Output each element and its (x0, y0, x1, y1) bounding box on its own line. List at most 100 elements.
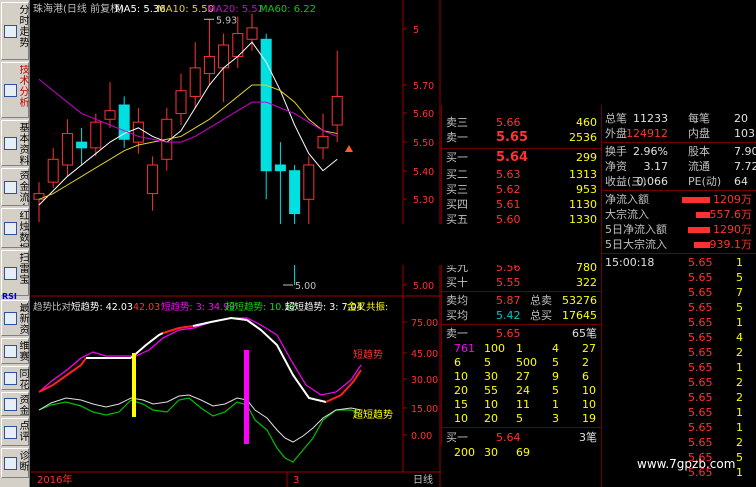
ask-price: 5.65 (496, 130, 529, 145)
candle[interactable] (47, 147, 59, 188)
flow-row: 5日净流入额 1290万 (602, 222, 756, 238)
price-axis-label: 5.00 (413, 281, 434, 292)
stats-separator (602, 142, 756, 143)
toolbar-diagnose[interactable]: 诊断 (1, 448, 30, 478)
tick-price: 5.65 (688, 316, 713, 329)
ask-volume: 460 (576, 116, 597, 129)
bid-row: 买四 5.61 1130 (442, 197, 601, 213)
toolbar-chart[interactable]: 维赛 (1, 338, 30, 364)
indicator-header-item: 42.03 (133, 302, 160, 313)
short-trend-top (192, 316, 248, 327)
stats-value: 11233 (633, 112, 668, 125)
tick-volume: 1 (736, 316, 743, 329)
tick-price: 5.65 (688, 271, 713, 284)
toolbar-flower[interactable]: 同花 (1, 366, 30, 390)
toolbar-realtime-chart[interactable]: 分时走势 (1, 2, 30, 60)
toolbar-label: 最新资讯 (19, 303, 30, 335)
toolbar-data[interactable]: 红烛数据 (1, 208, 30, 248)
bid-price: 5.62 (496, 183, 521, 196)
candle[interactable] (203, 19, 215, 85)
candle-body (303, 164, 315, 200)
candle[interactable] (303, 156, 315, 234)
tick-price: 5.65 (688, 436, 713, 449)
candle[interactable] (274, 142, 286, 228)
bid-price: 5.63 (496, 168, 521, 181)
bid1-header: 买一 5.64 3笔 (442, 430, 601, 446)
tick-row: 5.65 2 (602, 390, 756, 406)
avg-value: 5.87 (496, 294, 521, 307)
tick-volume: 5 (736, 301, 743, 314)
tick-volume: 2 (736, 391, 743, 404)
candle[interactable] (175, 73, 187, 125)
candle-body (331, 95, 343, 126)
toolbar-mine[interactable]: 扫雷宝 (1, 250, 30, 296)
flow-row: 大宗流入 557.6万 (602, 207, 756, 223)
indicator-header-item: 趋势比对 (33, 301, 72, 313)
candle[interactable] (118, 96, 130, 148)
stats-value: 124912 (626, 127, 668, 140)
ask-label: 卖一 (446, 131, 468, 144)
queue-value: 5 (516, 412, 523, 425)
period-label[interactable]: 日线 (413, 473, 433, 486)
candle[interactable] (189, 42, 201, 108)
price-axis-label: 5.30 (413, 195, 434, 206)
price-axis-label: 5 (413, 25, 419, 36)
flow-value: 1290万 (713, 223, 752, 236)
toolbar-comment[interactable]: 点评 (1, 418, 30, 446)
ultra-short-line (38, 397, 362, 463)
book-separator (442, 148, 601, 149)
candle[interactable] (90, 113, 102, 157)
candle[interactable] (61, 119, 73, 177)
stats-label: PE(动) (688, 175, 722, 188)
ask1-count: 65笔 (572, 327, 597, 340)
bid-volume: 1130 (569, 198, 597, 211)
queue-value: 3 (552, 412, 559, 425)
candle-body (274, 164, 286, 172)
tick-row: 5.65 5 (602, 300, 756, 316)
flow-label: 大宗流入 (605, 208, 649, 221)
toolbar-document[interactable]: 基本资料 (1, 120, 30, 166)
candle[interactable] (104, 82, 116, 128)
flow-bar (696, 212, 710, 218)
bid-label: 买十 (446, 276, 468, 289)
bid-price: 5.61 (496, 198, 521, 211)
stats-value: 2.96% (633, 145, 668, 158)
candle[interactable] (331, 50, 343, 143)
tick-row: 5.65 1 (602, 405, 756, 421)
chart-header-item: MA60: 6.22 (259, 4, 316, 15)
candle[interactable] (147, 156, 159, 211)
candle[interactable] (260, 33, 272, 200)
toolbar-label: 同花 (19, 369, 30, 389)
blank-header (441, 0, 756, 105)
bid-price: 5.55 (496, 276, 521, 289)
candle[interactable] (317, 113, 329, 160)
signal-marker (345, 145, 353, 152)
candle[interactable] (76, 127, 88, 165)
short-trend-up-1 (38, 357, 87, 393)
flow-value: 939.1万 (709, 238, 753, 251)
candle-body (260, 38, 272, 172)
bid-price: 5.64 (496, 150, 529, 165)
stats-label: 外盘 (605, 127, 627, 140)
bid-row: 买一 5.64 299 (442, 150, 601, 166)
indicator-axis-label: 75.00 (411, 318, 438, 329)
tick-volume: 5 (736, 451, 743, 464)
stats-value: 0.066 (636, 175, 669, 188)
flow-label: 净流入额 (605, 193, 649, 206)
signal-bar-yellow (132, 353, 136, 417)
book-separator (442, 291, 601, 292)
stats-value: 64 (734, 175, 748, 188)
candle-body (61, 133, 73, 166)
comment-icon (4, 426, 17, 439)
tick-time: 15:00:18 (605, 256, 655, 269)
toolbar-candlestick[interactable]: 技术分析 (1, 62, 30, 118)
toolbar-coin[interactable]: 资金 (1, 392, 30, 416)
tick-row: 5.65 1 (602, 315, 756, 331)
tick-volume: 7 (736, 286, 743, 299)
toolbar-money-flow[interactable]: 资金流向 (1, 168, 30, 206)
candle-body (90, 121, 102, 149)
watermark: www.7gpzb.com (637, 457, 736, 471)
toolbar-news[interactable]: 最新资讯 (1, 300, 30, 336)
tick-price: 5.65 (688, 391, 713, 404)
stats-label: 内盘 (688, 127, 710, 140)
